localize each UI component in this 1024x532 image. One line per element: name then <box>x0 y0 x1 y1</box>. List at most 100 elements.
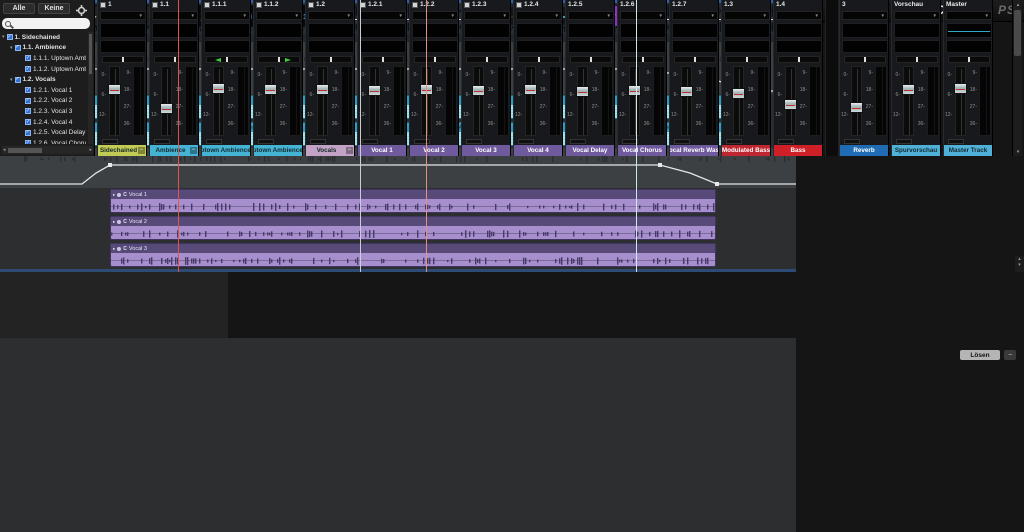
pan-slider[interactable] <box>726 56 768 63</box>
plugin-slot[interactable] <box>672 23 718 38</box>
minimize-panel-button[interactable]: − <box>1004 350 1016 360</box>
tree-checkbox[interactable]: ✓ <box>14 44 21 51</box>
pan-slider[interactable] <box>570 56 612 63</box>
fader-handle[interactable] <box>472 85 485 96</box>
send-slot[interactable] <box>568 40 614 53</box>
send-slot[interactable] <box>152 40 198 53</box>
fader-handle[interactable] <box>264 84 277 95</box>
pan-handle[interactable] <box>122 57 124 62</box>
pan-slider[interactable] <box>622 56 664 63</box>
tree-item[interactable]: ▾ ✓ 1.2. Vocals <box>2 74 86 85</box>
send-slot[interactable] <box>204 40 250 53</box>
pan-slider[interactable] <box>948 56 990 63</box>
strip-name-label[interactable]: Uptown Ambience... <box>202 145 250 156</box>
strip-arm-icon[interactable] <box>412 1 418 8</box>
mixer-strip-1.2[interactable]: 1.2 ▼ 0- 6- 12- 9- 18- 27- 36- Vocals − <box>305 0 355 156</box>
fader-track[interactable] <box>576 66 589 136</box>
pan-handle[interactable] <box>746 57 748 62</box>
fader-handle[interactable] <box>680 86 693 97</box>
send-slot[interactable] <box>100 40 146 53</box>
mixer-strip-Vorschau[interactable]: Vorschau ▼ 0- 6- 12- 9- 18- 27- 36- Spurvorschau <box>891 0 941 156</box>
fader-handle[interactable] <box>732 88 745 99</box>
plugin-slot[interactable] <box>100 23 146 38</box>
filter-all-button[interactable]: Alle <box>3 3 35 14</box>
pan-slider[interactable] <box>844 56 886 63</box>
strip-name-label[interactable]: Modulated Bass <box>722 145 770 156</box>
fader-track[interactable] <box>160 66 173 136</box>
pan-handle[interactable] <box>916 57 918 62</box>
fader-track[interactable] <box>850 66 863 136</box>
mixer-strip-1.2.2[interactable]: 1.2.2 ▼ 0- 6- 12- 9- 18- 27- 36- Vocal 2 <box>409 0 459 156</box>
send-slot[interactable] <box>256 40 302 53</box>
plugin-slot[interactable] <box>256 23 302 38</box>
mixer-strip-1.1[interactable]: 1.1 ▼ 0- 6- 12- 9- 18- 27- 36- Ambience − <box>149 0 199 156</box>
fader-track[interactable] <box>108 66 121 136</box>
search-input[interactable] <box>2 18 90 29</box>
pan-slider[interactable] <box>258 56 300 63</box>
tree-checkbox[interactable]: ✓ <box>25 87 31 94</box>
plugin-slot[interactable] <box>204 23 250 38</box>
pan-handle[interactable] <box>798 57 800 62</box>
fader-track[interactable] <box>264 66 277 136</box>
tree-item[interactable]: ✓ 1.1.1. Uptown Amb <box>2 53 86 64</box>
fader-track[interactable] <box>954 66 967 136</box>
strip-dropdown[interactable]: ▼ <box>776 11 822 20</box>
strip-dropdown[interactable]: ▼ <box>100 11 146 20</box>
fader-handle[interactable] <box>108 84 121 95</box>
plugin-slot[interactable] <box>516 23 562 38</box>
pan-handle[interactable] <box>226 57 228 62</box>
send-slot[interactable] <box>516 40 562 53</box>
strip-name-label[interactable]: Vocal Delay <box>566 145 614 156</box>
tree-item[interactable]: ✓ 1.2.3. Vocal 3 <box>2 106 86 117</box>
mixer-strip-1.2.4[interactable]: 1.2.4 ▼ 0- 6- 12- 9- 18- 27- 36- Vocal 4 <box>513 0 563 156</box>
send-slot[interactable] <box>464 40 510 53</box>
tree-checkbox[interactable]: ✓ <box>25 97 31 104</box>
pan-handle[interactable] <box>434 57 436 62</box>
strip-dropdown[interactable]: ▼ <box>412 11 458 20</box>
pan-handle[interactable] <box>694 57 696 62</box>
plugin-slot[interactable] <box>464 23 510 38</box>
pan-handle[interactable] <box>382 57 384 62</box>
strip-name-label[interactable]: Reverb <box>840 145 888 156</box>
send-slot[interactable] <box>672 40 718 53</box>
fader-track[interactable] <box>680 66 693 136</box>
pan-slider[interactable] <box>362 56 404 63</box>
tree-item[interactable]: ✓ 1.2.5. Vocal Delay <box>2 127 86 138</box>
strip-name-label[interactable]: Spurvorschau <box>892 145 940 156</box>
plugin-slot[interactable] <box>724 23 770 38</box>
tree-expand-icon[interactable]: ▾ <box>2 34 5 40</box>
strip-arm-icon[interactable] <box>464 1 470 8</box>
plugin-slot[interactable] <box>946 23 992 38</box>
pan-handle[interactable] <box>864 57 866 62</box>
strip-name-label[interactable]: Vocal 2 <box>410 145 458 156</box>
strip-name-label[interactable]: Uptown Ambience... <box>254 145 302 156</box>
fader-track[interactable] <box>902 66 915 136</box>
plugin-slot[interactable] <box>360 23 406 38</box>
mixer-strip-1.2.3[interactable]: 1.2.3 ▼ 0- 6- 12- 9- 18- 27- 36- Vocal 3 <box>461 0 511 156</box>
fader-track[interactable] <box>212 66 225 136</box>
strip-name-label[interactable]: Master Track <box>944 145 992 156</box>
strip-dropdown[interactable]: ▼ <box>256 11 302 20</box>
plugin-slot[interactable] <box>412 23 458 38</box>
strip-dropdown[interactable]: ▼ <box>464 11 510 20</box>
pan-handle[interactable] <box>486 57 488 62</box>
tree-expand-icon[interactable]: ▾ <box>10 45 13 51</box>
pan-handle[interactable] <box>278 57 280 62</box>
tree-checkbox[interactable]: ✓ <box>25 55 31 62</box>
send-slot[interactable] <box>894 40 940 53</box>
pan-slider[interactable] <box>154 56 196 63</box>
strip-name-label[interactable]: Vocal Chorus <box>618 145 666 156</box>
strip-dropdown[interactable]: ▼ <box>842 11 888 20</box>
strip-collapse-button[interactable]: − <box>138 147 145 154</box>
pan-slider[interactable] <box>518 56 560 63</box>
strip-dropdown[interactable]: ▼ <box>894 11 940 20</box>
fader-track[interactable] <box>784 66 797 136</box>
tree-item[interactable]: ▾ ✓ 1. Sidechained <box>2 32 86 43</box>
mixer-strip-1.1.2[interactable]: 1.1.2 ▼ 0- 6- 12- 9- 18- 27- 36- Uptown Ambience.… <box>253 0 303 156</box>
strip-arm-icon[interactable] <box>204 1 210 8</box>
pan-slider[interactable] <box>102 56 144 63</box>
plugin-slot[interactable] <box>620 23 666 38</box>
fader-track[interactable] <box>316 66 329 136</box>
filter-none-button[interactable]: Keine <box>38 3 70 14</box>
strip-dropdown[interactable]: ▼ <box>152 11 198 20</box>
